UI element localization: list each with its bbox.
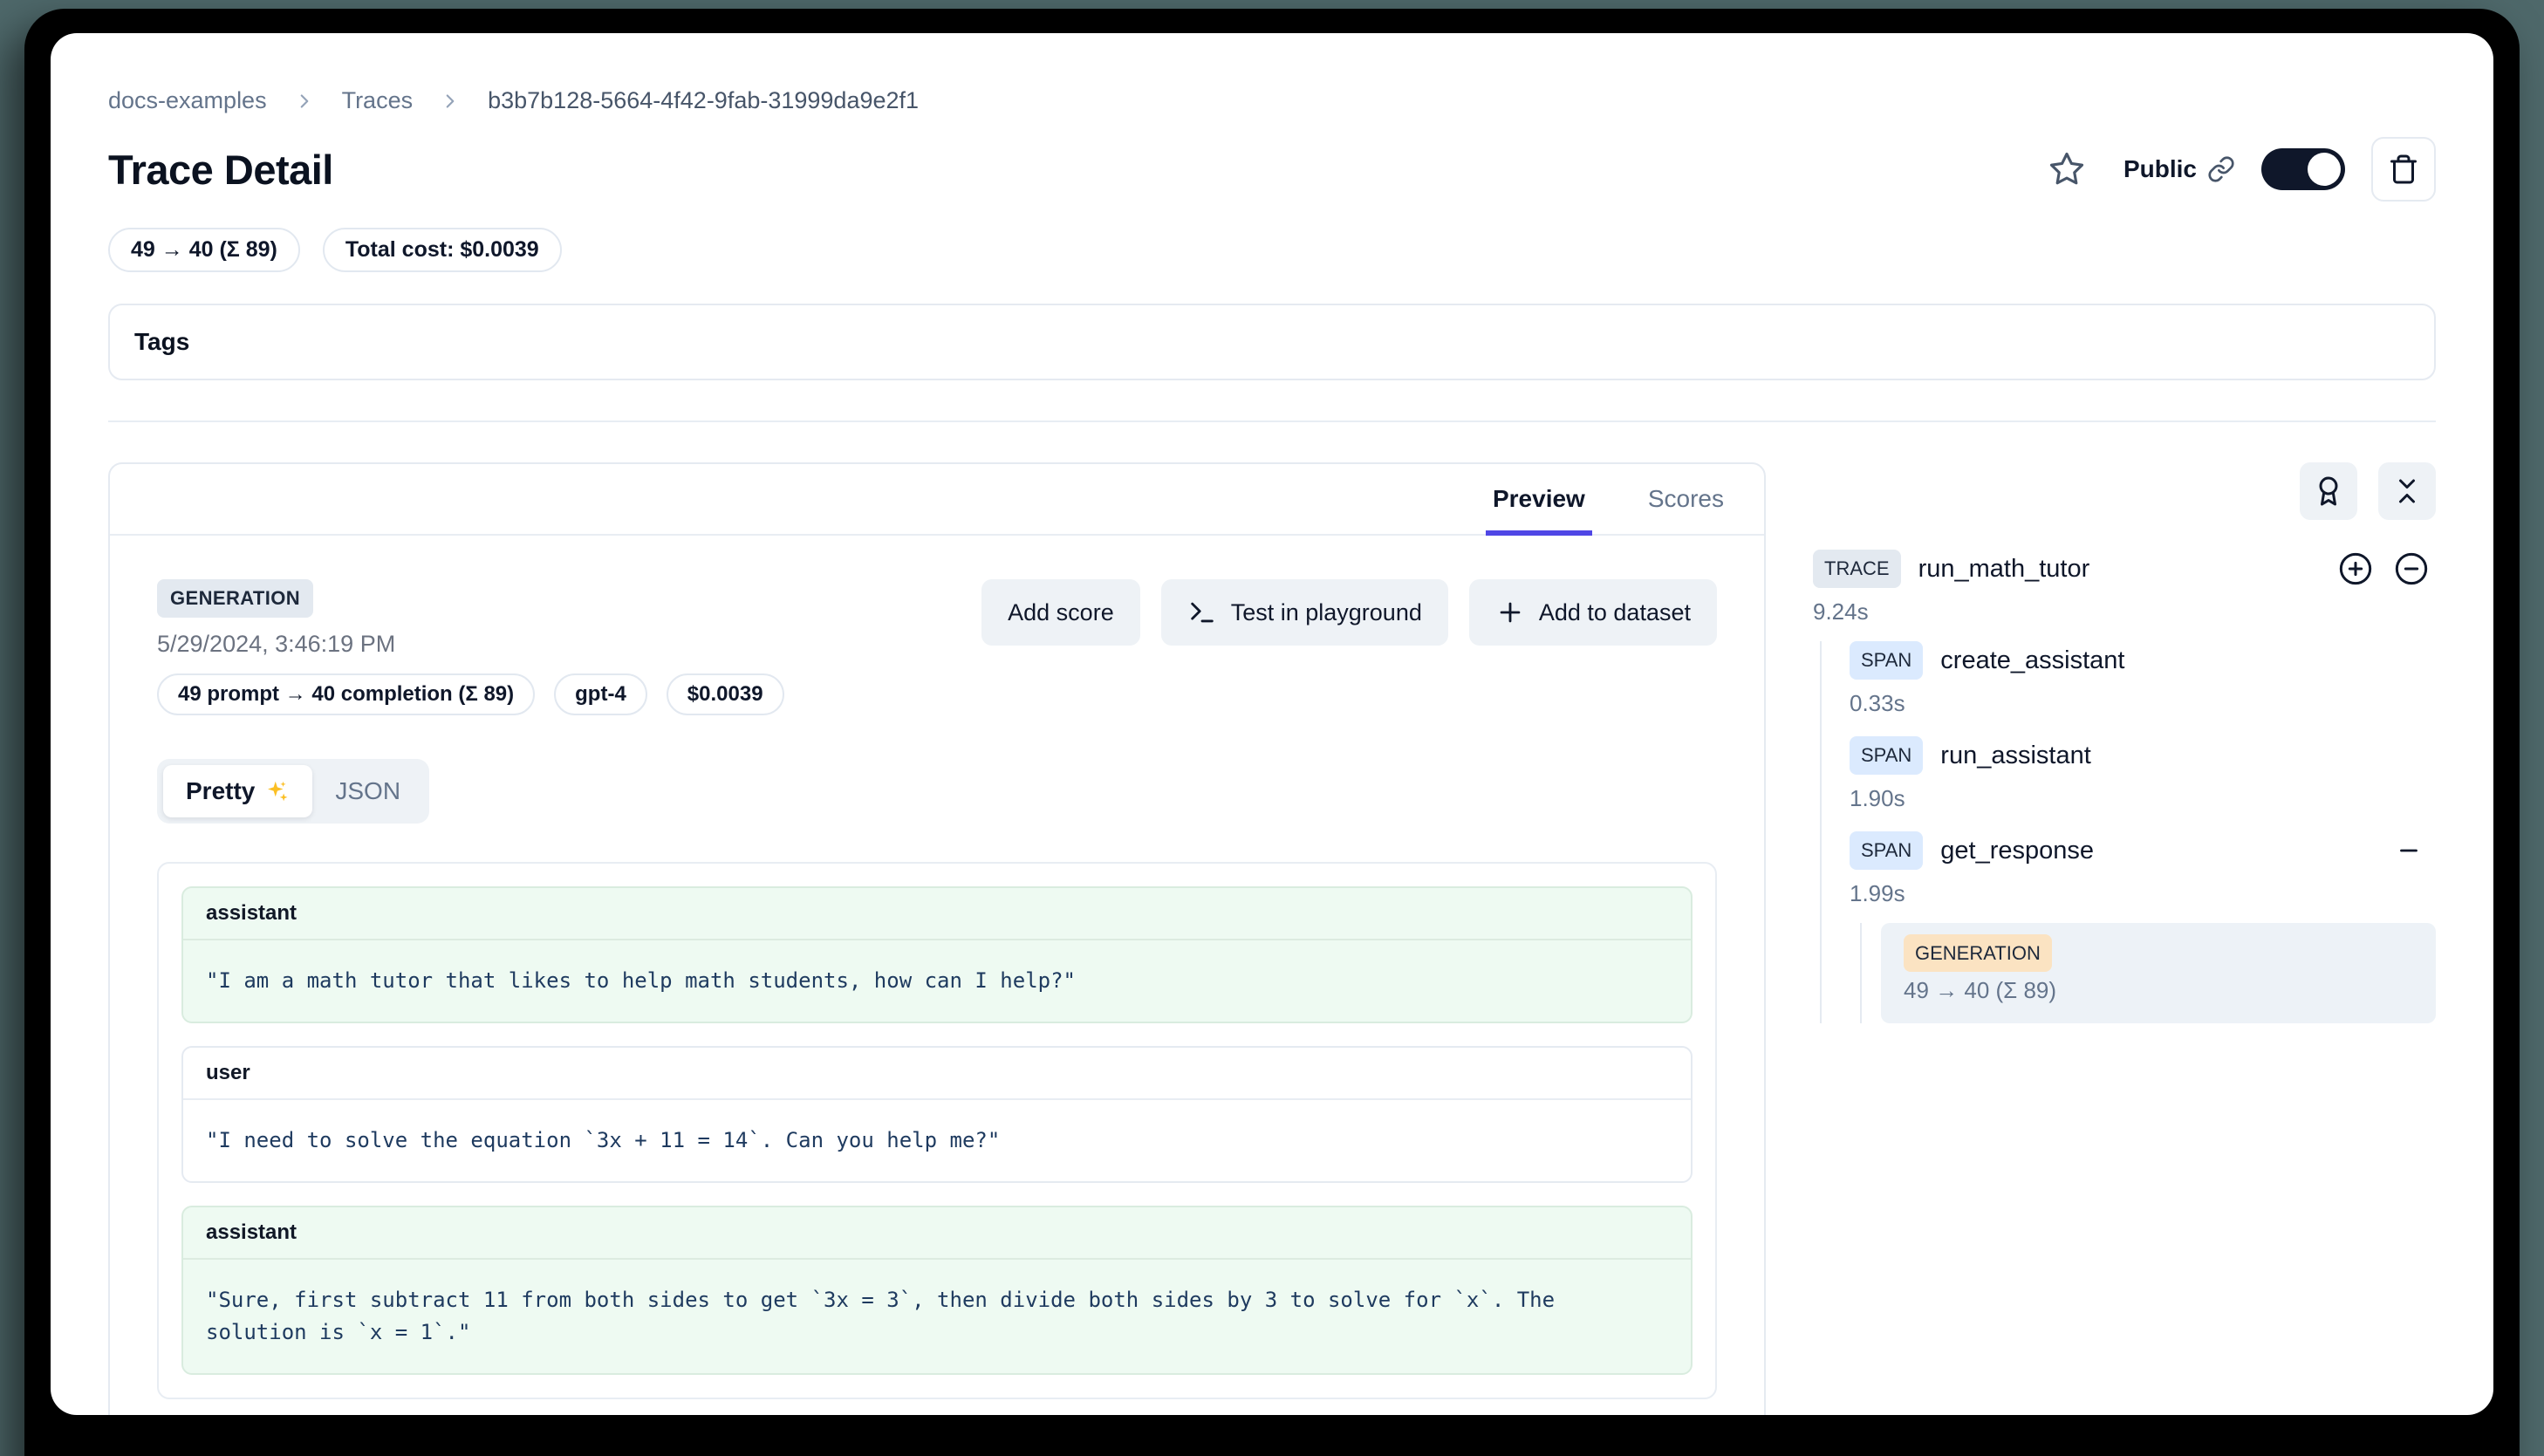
public-label: Public [2123, 155, 2197, 183]
span-name: run_assistant [1940, 742, 2091, 770]
message-text: "I am a math tutor that likes to help ma… [183, 940, 1691, 1022]
breadcrumb-traces[interactable]: Traces [342, 87, 414, 114]
message-role: assistant [183, 1207, 1691, 1260]
tree-node-trace[interactable]: TRACE run_math_tutor [1813, 550, 2436, 588]
span-duration: 0.33s [1850, 690, 2436, 717]
breadcrumb: docs-examples Traces b3b7b128-5664-4f42-… [108, 87, 2436, 114]
add-score-label: Add score [1008, 599, 1114, 626]
trace-duration: 9.24s [1813, 598, 2436, 625]
app-window: docs-examples Traces b3b7b128-5664-4f42-… [24, 9, 2520, 1456]
observation-timestamp: 5/29/2024, 3:46:19 PM [157, 631, 784, 658]
tabstrip: Preview Scores [110, 464, 1764, 536]
test-in-playground-label: Test in playground [1231, 599, 1422, 626]
add-score-button[interactable]: Add score [981, 579, 1140, 646]
chevron-right-icon [439, 90, 462, 113]
tree-node-span[interactable]: SPAN create_assistant 0.33s [1850, 641, 2436, 717]
sparkles-icon [263, 778, 290, 804]
span-name: create_assistant [1940, 646, 2124, 675]
circle-minus-icon[interactable] [2394, 551, 2429, 586]
pretty-view-button[interactable]: Pretty [163, 765, 312, 817]
span-duration: 1.99s [1850, 880, 2436, 907]
message-user-1: user "I need to solve the equation `3x +… [181, 1046, 1693, 1183]
prompt-completion-badge: 49 prompt → 40 completion (Σ 89) [157, 673, 535, 715]
breadcrumb-project[interactable]: docs-examples [108, 87, 267, 114]
tree-node-span[interactable]: SPAN get_response 1.99s GENERATION 49 [1850, 831, 2436, 1023]
span-name: get_response [1940, 837, 2094, 865]
span-type-badge: SPAN [1850, 641, 1923, 680]
plus-icon [1495, 598, 1525, 627]
tags-title: Tags [134, 328, 2410, 356]
message-text: "I need to solve the equation `3x + 11 =… [183, 1100, 1691, 1181]
observation-card: Preview Scores GENERATION 5/29/2024, 3:4… [108, 462, 1766, 1415]
model-badge: gpt-4 [554, 673, 647, 715]
message-role: user [183, 1048, 1691, 1100]
test-in-playground-button[interactable]: Test in playground [1161, 579, 1448, 646]
message-assistant-1: assistant "I am a math tutor that likes … [181, 886, 1693, 1023]
tree-node-generation-selected[interactable]: GENERATION 49 → 40 (Σ 89) [1881, 923, 2436, 1023]
pretty-label: Pretty [186, 777, 255, 805]
add-to-dataset-button[interactable]: Add to dataset [1469, 579, 1717, 646]
tree-node-span[interactable]: SPAN run_assistant 1.90s [1850, 736, 2436, 812]
collapse-all-button[interactable] [2378, 462, 2436, 520]
circle-plus-icon[interactable] [2338, 551, 2373, 586]
message-role: assistant [183, 888, 1691, 940]
json-view-button[interactable]: JSON [312, 765, 423, 817]
observation-type-badge: GENERATION [157, 579, 313, 618]
trace-name: run_math_tutor [1918, 555, 2090, 584]
trash-icon [2388, 154, 2419, 185]
award-icon [2313, 475, 2344, 507]
add-to-dataset-label: Add to dataset [1539, 599, 1691, 626]
messages-container: assistant "I am a math tutor that likes … [157, 862, 1717, 1399]
span-type-badge: SPAN [1850, 831, 1923, 870]
terminal-icon [1187, 598, 1217, 627]
page-card: docs-examples Traces b3b7b128-5664-4f42-… [51, 33, 2493, 1415]
public-toggle[interactable] [2261, 148, 2345, 190]
cost-badge: $0.0039 [667, 673, 784, 715]
toggle-knob [2308, 153, 2341, 186]
section-divider [108, 420, 2436, 422]
token-usage-badge: 49 → 40 (Σ 89) [108, 228, 300, 272]
minus-icon[interactable] [2394, 836, 2436, 865]
trace-type-badge: TRACE [1813, 550, 1901, 588]
link-icon [2207, 155, 2235, 183]
tab-scores[interactable]: Scores [1641, 464, 1731, 536]
message-assistant-2: assistant "Sure, first subtract 11 from … [181, 1206, 1693, 1375]
tags-section: Tags [108, 304, 2436, 380]
span-type-badge: SPAN [1850, 736, 1923, 775]
view-scores-button[interactable] [2300, 462, 2357, 520]
chevron-right-icon [293, 90, 316, 113]
span-duration: 1.90s [1850, 785, 2436, 812]
collapse-vertical-icon [2391, 475, 2423, 507]
generation-type-badge: GENERATION [1904, 934, 2052, 972]
total-cost-badge: Total cost: $0.0039 [323, 228, 562, 272]
view-mode-switch: Pretty JSON [157, 759, 429, 824]
page-title: Trace Detail [108, 146, 333, 194]
generation-usage: 49 → 40 (Σ 89) [1904, 977, 2413, 1004]
breadcrumb-trace-id: b3b7b128-5664-4f42-9fab-31999da9e2f1 [488, 87, 919, 114]
tab-preview[interactable]: Preview [1486, 464, 1592, 536]
delete-trace-button[interactable] [2371, 137, 2436, 202]
message-text: "Sure, first subtract 11 from both sides… [183, 1260, 1691, 1373]
trace-tree-panel: TRACE run_math_tutor 9.24s [1813, 462, 2436, 1042]
star-icon[interactable] [2048, 151, 2085, 188]
